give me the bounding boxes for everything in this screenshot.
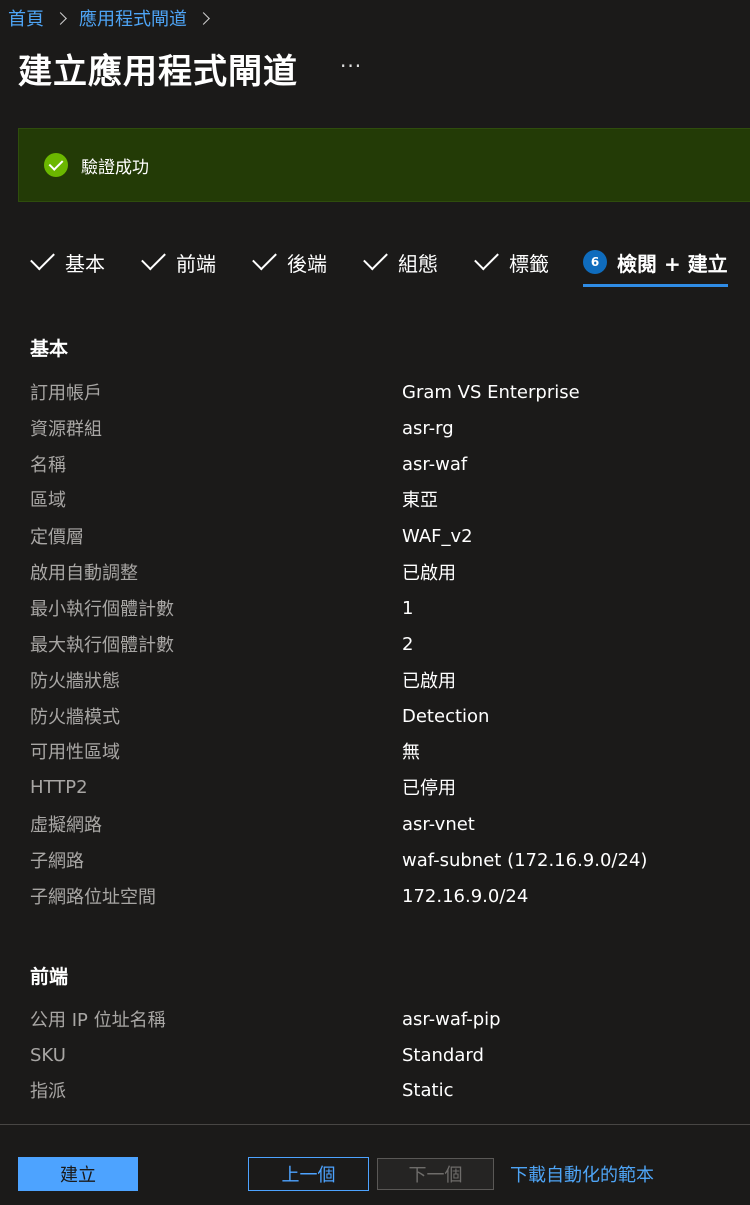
tab-label: 檢閱 + 建立 <box>617 251 728 276</box>
row-value: 東亞 <box>402 490 438 511</box>
checkmark-icon <box>30 245 55 271</box>
row-value: 1 <box>402 597 414 619</box>
wizard-tabs: 基本 前端 後端 組態 標籤 6 檢閱 + 建立 <box>30 240 750 290</box>
summary-row: 子網路 waf-subnet (172.16.9.0/24) <box>30 842 730 878</box>
step-number-badge: 6 <box>583 250 607 274</box>
create-app-gateway-page: 首頁 應用程式閘道 建立應用程式閘道 ··· 驗證成功 基本 前端 後端 組態 … <box>0 0 750 1205</box>
download-template-link[interactable]: 下載自動化的範本 <box>510 1160 654 1188</box>
footer-divider <box>0 1124 750 1125</box>
row-value: Detection <box>402 705 490 727</box>
row-value: 已啟用 <box>402 671 456 692</box>
row-value: Static <box>402 1079 454 1101</box>
row-label: 訂用帳戶 <box>30 383 102 404</box>
validation-message: 驗證成功 <box>81 157 149 178</box>
row-value: asr-vnet <box>402 813 475 835</box>
row-value: asr-rg <box>402 417 454 439</box>
summary-row: 訂用帳戶 Gram VS Enterprise <box>30 374 730 410</box>
previous-button[interactable]: 上一個 <box>248 1157 369 1191</box>
row-label: 定價層 <box>30 527 84 548</box>
row-label: HTTP2 <box>30 776 88 798</box>
summary-row: 最小執行個體計數 1 <box>30 590 730 626</box>
summary-row: 啟用自動調整 已啟用 <box>30 554 730 590</box>
create-button[interactable]: 建立 <box>18 1157 138 1191</box>
summary-row: 名稱 asr-waf <box>30 446 730 482</box>
summary-row: HTTP2 已停用 <box>30 769 730 805</box>
row-label: 資源群組 <box>30 419 102 440</box>
active-tab-indicator <box>583 284 728 287</box>
summary-row: 最大執行個體計數 2 <box>30 626 730 662</box>
row-value: WAF_v2 <box>402 525 473 547</box>
checkmark-icon <box>252 245 277 271</box>
row-value: 2 <box>402 633 414 655</box>
tab-review-create[interactable]: 6 檢閱 + 建立 <box>583 240 728 287</box>
success-check-icon <box>44 153 68 177</box>
checkmark-icon <box>363 245 388 271</box>
summary-row: 區域 東亞 <box>30 481 730 517</box>
row-value: 已停用 <box>402 778 456 799</box>
row-value: 無 <box>402 742 420 763</box>
row-value: 已啟用 <box>402 563 456 584</box>
breadcrumb: 首頁 應用程式閘道 <box>8 4 222 32</box>
row-value: Standard <box>402 1044 484 1066</box>
row-label: 最大執行個體計數 <box>30 635 174 656</box>
summary-row: 虛擬網路 asr-vnet <box>30 806 730 842</box>
breadcrumb-home[interactable]: 首頁 <box>8 5 44 31</box>
summary-row: 防火牆狀態 已啟用 <box>30 662 730 698</box>
checkmark-icon <box>474 245 499 271</box>
summary-row: 定價層 WAF_v2 <box>30 518 730 554</box>
more-options-button[interactable]: ··· <box>340 54 362 78</box>
summary-row: 子網路位址空間 172.16.9.0/24 <box>30 878 730 914</box>
summary-row: SKU Standard <box>30 1037 730 1073</box>
tab-label: 組態 <box>398 251 438 276</box>
summary-row: 防火牆模式 Detection <box>30 698 730 734</box>
summary-row: 可用性區域 無 <box>30 733 730 769</box>
summary-row: 公用 IP 位址名稱 asr-waf-pip <box>30 1001 730 1037</box>
summary-row: 指派 Static <box>30 1072 730 1108</box>
tab-basics[interactable]: 基本 <box>30 240 105 284</box>
row-label: SKU <box>30 1044 66 1066</box>
row-label: 名稱 <box>30 455 66 476</box>
chevron-right-icon <box>54 11 67 25</box>
row-value: asr-waf-pip <box>402 1008 501 1030</box>
tab-label: 前端 <box>176 251 216 276</box>
row-label: 子網路 <box>30 851 84 872</box>
validation-banner: 驗證成功 <box>18 128 750 202</box>
row-label: 防火牆狀態 <box>30 671 120 692</box>
row-label: 可用性區域 <box>30 742 120 763</box>
page-title: 建立應用程式閘道 <box>18 52 298 92</box>
row-value: asr-waf <box>402 453 468 475</box>
row-label: 啟用自動調整 <box>30 563 138 584</box>
row-value: waf-subnet (172.16.9.0/24) <box>402 849 648 871</box>
tab-label: 標籤 <box>509 251 549 276</box>
tab-label: 基本 <box>65 251 105 276</box>
next-button[interactable]: 下一個 <box>377 1158 494 1190</box>
row-value: 172.16.9.0/24 <box>402 885 529 907</box>
chevron-right-icon <box>197 11 210 25</box>
checkmark-icon <box>141 245 166 271</box>
section-title-basics: 基本 <box>30 338 69 360</box>
row-label: 虛擬網路 <box>30 815 102 836</box>
tab-label: 後端 <box>287 251 327 276</box>
tab-tags[interactable]: 標籤 <box>474 240 549 284</box>
summary-row: 資源群組 asr-rg <box>30 410 730 446</box>
tab-frontend[interactable]: 前端 <box>141 240 216 284</box>
tab-backend[interactable]: 後端 <box>252 240 327 284</box>
row-label: 子網路位址空間 <box>30 887 156 908</box>
row-label: 防火牆模式 <box>30 707 120 728</box>
row-label: 最小執行個體計數 <box>30 599 174 620</box>
row-label: 區域 <box>30 490 66 511</box>
breadcrumb-app-gateways[interactable]: 應用程式閘道 <box>79 5 187 31</box>
row-value: Gram VS Enterprise <box>402 381 580 403</box>
row-label: 公用 IP 位址名稱 <box>30 1010 166 1031</box>
tab-configuration[interactable]: 組態 <box>363 240 438 284</box>
section-title-frontend: 前端 <box>30 966 69 988</box>
row-label: 指派 <box>30 1081 66 1102</box>
